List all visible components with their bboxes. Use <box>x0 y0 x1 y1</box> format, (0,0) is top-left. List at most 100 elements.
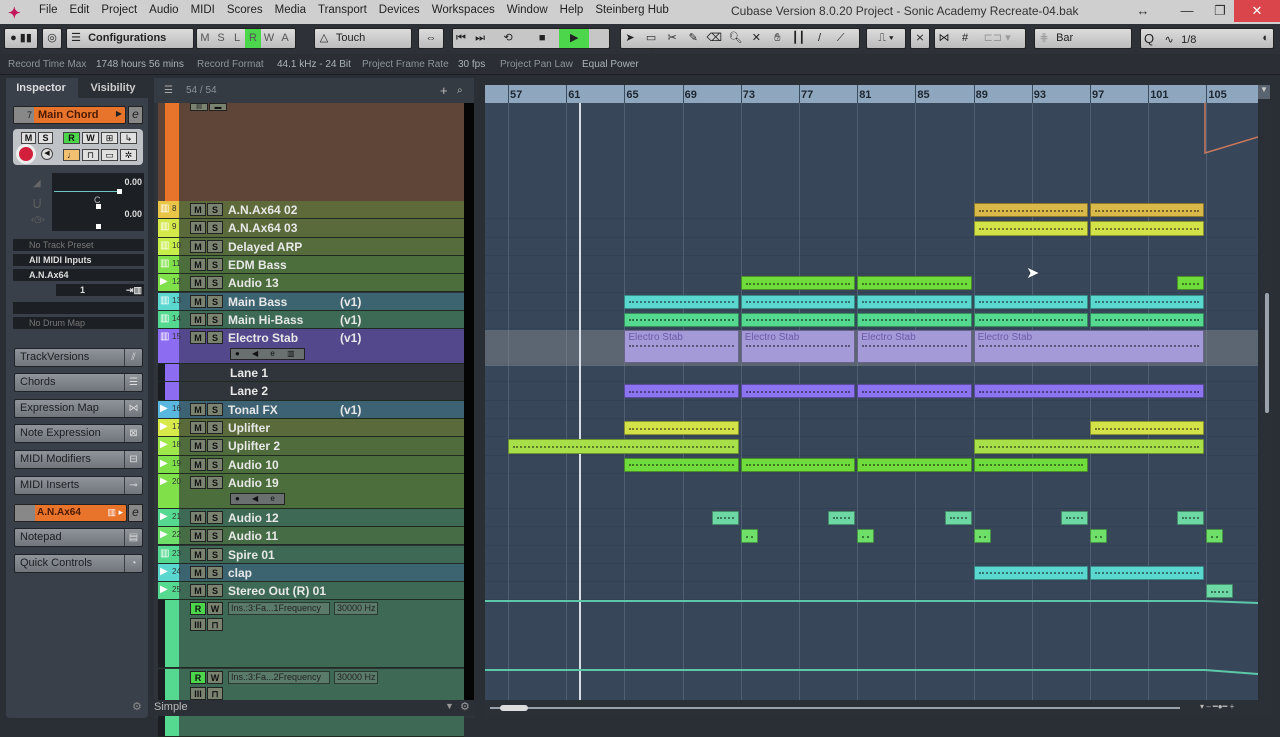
event-a-n-ax64-03[interactable] <box>1090 221 1205 236</box>
routing-icon[interactable]: ↳ <box>120 132 137 144</box>
autoscroll-button[interactable]: ⇔ <box>418 28 444 49</box>
inspector-section-note-expression[interactable]: Note Expression ⊠ <box>14 424 143 443</box>
horizontal-scrollbar[interactable]: ▾ – ━●━ + <box>485 700 1272 716</box>
close-button[interactable]: ✕ <box>1234 0 1280 22</box>
solo-button[interactable]: S <box>38 132 53 144</box>
event-audio-12[interactable] <box>1177 510 1205 526</box>
nudge-palette-button[interactable]: ⎍ ▾ <box>866 28 906 49</box>
inspector-section-chords[interactable]: Chords ☰ <box>14 373 143 392</box>
configurations-dropdown[interactable]: ☰ Configurations <box>66 28 194 49</box>
track-row[interactable]: ▥ 10 M S Delayed ARP <box>158 237 464 256</box>
event-main-hi-bass[interactable] <box>973 312 1088 328</box>
solo-button[interactable]: S <box>207 239 223 253</box>
constrain-delay-button[interactable]: ◎ <box>42 28 62 49</box>
track-name-field[interactable]: 7 Main Chord ▶ <box>13 106 126 124</box>
event-audio-13[interactable] <box>857 276 972 291</box>
event-electro-stab[interactable]: Electro Stab <box>973 330 1205 364</box>
mute-button[interactable]: M <box>190 331 206 345</box>
solo-button[interactable]: S <box>207 547 223 561</box>
solo-button[interactable]: S <box>207 402 223 416</box>
inspector-section-trackversions[interactable]: TrackVersions ⫽ <box>14 348 143 367</box>
track-row[interactable]: Lane 1 <box>158 364 464 383</box>
snap-mode-dropdown[interactable]: ⊏⊐ ▾ <box>977 29 1017 48</box>
volume-value[interactable]: 0.00 <box>124 177 142 187</box>
read-automation-button[interactable]: R <box>190 670 206 684</box>
inspector-section-midi-modifiers[interactable]: MIDI Modifiers ⊟ <box>14 450 143 469</box>
cycle-button[interactable]: ⟲ <box>491 29 525 48</box>
track-preset-field[interactable]: No Track Preset <box>13 239 144 251</box>
mute-button[interactable]: M <box>190 312 206 326</box>
automation-m-button[interactable]: M <box>197 29 213 48</box>
lanes-button[interactable]: III <box>190 686 206 700</box>
track-row[interactable]: ▶ 18 M S Uplifter 2 <box>158 437 464 456</box>
edit-instrument-button[interactable]: e <box>128 106 143 124</box>
folder-icon[interactable]: ▬ <box>209 103 227 111</box>
pan-law-value[interactable]: Equal Power <box>582 54 639 75</box>
automation-l-button[interactable]: L <box>229 29 245 48</box>
vertical-zoom-scrollbar[interactable] <box>1262 103 1272 700</box>
solo-button[interactable]: S <box>207 331 223 345</box>
event-audio-11[interactable] <box>1090 529 1107 544</box>
automation-a-button[interactable]: A <box>277 29 293 48</box>
track-row[interactable]: ▶ 16 M S Tonal FX (v1) <box>158 400 464 419</box>
track-list-menu-icon[interactable]: ☰ <box>164 78 173 103</box>
mute-button[interactable]: M <box>21 132 36 144</box>
iterative-quantize-icon[interactable]: ∿ <box>1160 31 1178 50</box>
timebase-icon[interactable]: ♩ <box>63 149 80 161</box>
solo-button[interactable]: S <box>207 457 223 471</box>
add-track-button[interactable]: + <box>440 78 448 103</box>
track-row[interactable]: ▥ 9 M S A.N.Ax64 03 <box>158 219 464 238</box>
frame-rate-label[interactable]: Project Frame Rate <box>362 54 449 75</box>
automation-mode-dropdown[interactable]: △ Touch <box>314 28 412 49</box>
track-row[interactable]: ▶ 19 M S Audio 10 <box>158 455 464 474</box>
event-clap[interactable] <box>1090 565 1205 581</box>
comp-tool-icon[interactable]: ┃┃ <box>790 29 808 48</box>
menu-edit[interactable]: Edit <box>64 4 96 16</box>
event-audio-12[interactable] <box>1060 510 1088 526</box>
settings-gear-icon[interactable]: ⚙ <box>132 700 142 713</box>
track-row[interactable]: ▶ 12 M S Audio 13 <box>158 274 464 293</box>
track-row[interactable]: ▶ 17 M S Uplifter <box>158 419 464 438</box>
track-row[interactable]: ▥ 13 M S Main Bass (v1) <box>158 292 464 311</box>
event-audio-10[interactable] <box>740 457 856 472</box>
event-electro-stab[interactable]: Electro Stab <box>740 330 856 364</box>
track-row[interactable]: ▥ 11 M S EDM Bass <box>158 255 464 275</box>
drum-map-slot[interactable] <box>13 302 144 314</box>
menu-midi[interactable]: MIDI <box>185 4 221 16</box>
go-to-end-button[interactable]: ⏭ <box>472 29 488 48</box>
line-tool-icon[interactable]: ⟋ <box>832 29 850 48</box>
automation-track[interactable]: R W Ins.:3:Fa...1Frequency 30000 Hz III ⊓ <box>158 600 464 669</box>
event-audio-10[interactable] <box>857 457 972 472</box>
tab-inspector[interactable]: Inspector <box>6 78 76 98</box>
track-row[interactable]: ▶ 22 M S Audio 11 <box>158 527 464 546</box>
event-audio-12[interactable] <box>711 510 739 526</box>
quantize-panel-icon[interactable]: ◐ <box>1262 29 1269 48</box>
ruler-options-button[interactable]: ▼ <box>1258 85 1270 99</box>
search-icon[interactable]: ⌕ <box>457 78 463 103</box>
visibility-agent-label[interactable]: Simple <box>154 701 188 713</box>
tab-visibility[interactable]: Visibility <box>78 78 148 98</box>
lock-icon[interactable]: ⊓ <box>82 149 99 161</box>
event-lane-1[interactable] <box>624 384 739 399</box>
event-stereo-out-r-01[interactable] <box>1206 584 1234 599</box>
footer-settings-icon[interactable]: ⚙ <box>460 700 470 713</box>
lanes-button[interactable]: III <box>190 103 208 111</box>
event-audio-11[interactable] <box>740 529 758 544</box>
menu-help[interactable]: Help <box>554 4 590 16</box>
footer-dropdown-icon[interactable]: ▼ <box>445 701 454 711</box>
window-layout-button[interactable]: ● ▮▮ <box>4 28 38 49</box>
drum-map-field[interactable]: No Drum Map <box>13 317 144 329</box>
mute-button[interactable]: M <box>190 439 206 453</box>
horizontal-scroll-thumb[interactable] <box>500 705 528 711</box>
menu-file[interactable]: File <box>33 4 64 16</box>
solo-button[interactable]: S <box>207 276 223 290</box>
event-main-bass[interactable] <box>857 294 972 309</box>
grid-icon[interactable]: # <box>956 29 974 48</box>
quantize-button[interactable]: Q <box>1141 29 1157 48</box>
solo-button[interactable]: S <box>207 475 223 489</box>
lanes-button[interactable]: III <box>190 618 206 632</box>
event-audio-11[interactable] <box>973 529 991 544</box>
event-main-hi-bass[interactable] <box>624 312 739 328</box>
event-lane-1[interactable] <box>973 384 1205 399</box>
read-automation-button[interactable]: R <box>190 602 206 616</box>
